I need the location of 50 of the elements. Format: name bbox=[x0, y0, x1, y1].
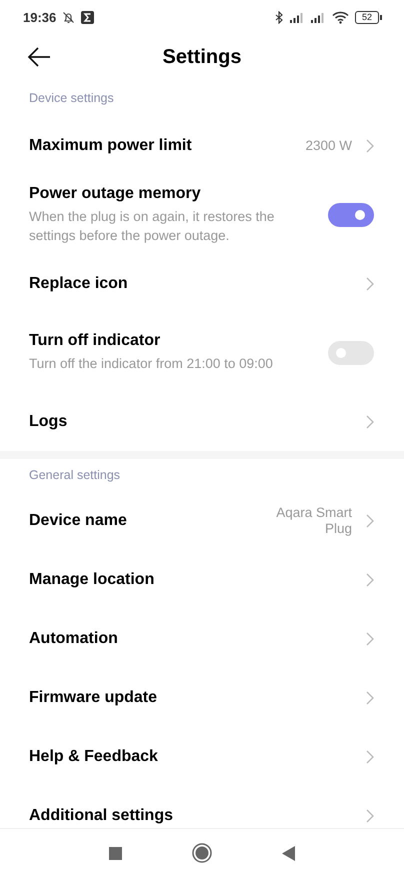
bell-off-icon bbox=[62, 10, 76, 24]
battery-level: 52 bbox=[355, 10, 379, 24]
row-title: Help & Feedback bbox=[29, 748, 159, 766]
back-button[interactable] bbox=[27, 46, 51, 68]
row-title: Device name bbox=[29, 512, 128, 530]
row-title: Automation bbox=[29, 630, 119, 648]
row-title: Logs bbox=[29, 412, 68, 430]
settings-row[interactable]: Automation bbox=[0, 609, 404, 668]
row-title: Additional settings bbox=[29, 806, 174, 824]
row-description: When the plug is on again, it restores the settings before the power outage. bbox=[29, 208, 276, 244]
row-description: Turn off the indicator from 21:00 to 09:00 bbox=[29, 355, 274, 373]
chevron-right-icon bbox=[366, 690, 374, 704]
section-header: General settings bbox=[29, 468, 120, 482]
row-title: Turn off indicator bbox=[29, 332, 162, 350]
status-time: 19:36 bbox=[23, 10, 56, 24]
row-title: Firmware update bbox=[29, 688, 158, 706]
settings-row[interactable]: Additional settings bbox=[0, 786, 404, 828]
chevron-right-icon bbox=[366, 138, 374, 152]
signal-icon bbox=[290, 12, 305, 22]
chevron-right-icon bbox=[366, 414, 374, 428]
recents-button[interactable] bbox=[109, 846, 122, 860]
chevron-right-icon bbox=[366, 572, 374, 586]
signal-icon bbox=[311, 12, 326, 22]
home-button[interactable] bbox=[192, 843, 212, 863]
row-title: Manage location bbox=[29, 570, 156, 588]
section-header: Device settings bbox=[29, 91, 114, 105]
row-value: Aqara Smart Plug bbox=[275, 504, 352, 536]
toggle-switch[interactable] bbox=[328, 340, 374, 364]
settings-row[interactable]: Maximum power limit 2300 W bbox=[0, 116, 404, 175]
settings-row[interactable]: Firmware update bbox=[0, 668, 404, 727]
chevron-right-icon bbox=[366, 808, 374, 822]
toggle-switch[interactable] bbox=[328, 202, 374, 226]
page-title: Settings bbox=[162, 46, 242, 68]
settings-row[interactable]: Device name Aqara Smart Plug bbox=[0, 491, 404, 550]
settings-row[interactable]: Replace icon bbox=[0, 254, 404, 313]
chevron-right-icon bbox=[366, 632, 374, 646]
sigma-app-icon bbox=[81, 10, 94, 24]
settings-row[interactable]: Manage location bbox=[0, 550, 404, 609]
wifi-icon bbox=[332, 10, 349, 24]
back-nav-button[interactable] bbox=[282, 846, 295, 860]
chevron-right-icon bbox=[366, 276, 374, 290]
row-title: Maximum power limit bbox=[29, 136, 193, 154]
chevron-right-icon bbox=[366, 750, 374, 764]
row-title: Power outage memory bbox=[29, 184, 202, 202]
bluetooth-icon bbox=[275, 10, 284, 24]
row-value: 2300 W bbox=[304, 138, 352, 154]
settings-row[interactable]: Logs bbox=[0, 392, 404, 451]
row-title: Replace icon bbox=[29, 274, 129, 292]
settings-row[interactable]: Help & Feedback bbox=[0, 727, 404, 786]
chevron-right-icon bbox=[366, 514, 374, 528]
